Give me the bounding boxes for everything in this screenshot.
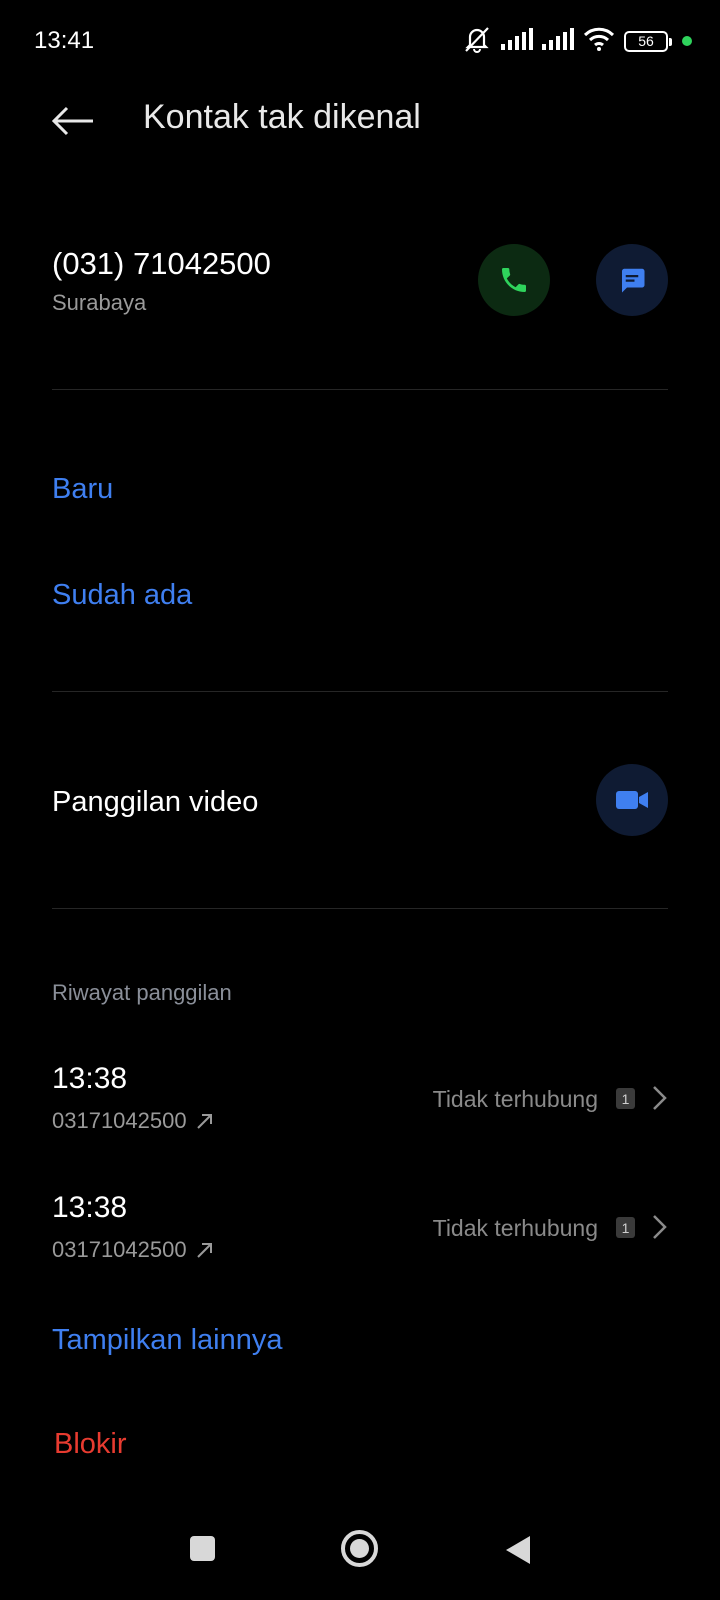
video-call-label: Panggilan video	[52, 786, 259, 818]
privacy-dot-icon	[682, 36, 692, 46]
divider	[52, 389, 668, 390]
show-more-link[interactable]: Tampilkan lainnya	[52, 1324, 283, 1357]
call-history-row[interactable]: 13:38 03171042500 Tidak terhubung 1	[0, 1191, 720, 1301]
message-button[interactable]	[596, 244, 668, 316]
call-button[interactable]	[478, 244, 550, 316]
status-bar: 13:41 56	[0, 0, 720, 82]
header: Kontak tak dikenal	[0, 82, 720, 178]
message-icon	[622, 268, 645, 293]
block-button[interactable]: Blokir	[54, 1428, 127, 1461]
signal-icon	[501, 27, 533, 55]
call-number-text: 03171042500	[52, 1237, 187, 1262]
call-number-text: 03171042500	[52, 1108, 187, 1133]
muted-bell-icon	[462, 25, 492, 58]
location-label: Surabaya	[52, 290, 147, 315]
battery-icon: 56	[624, 30, 672, 52]
status-icons: 56	[453, 26, 692, 56]
phone-number: (031) 71042500	[52, 246, 271, 281]
call-history-label: Riwayat panggilan	[52, 980, 232, 1005]
phone-icon	[502, 268, 526, 292]
call-time: 13:38	[52, 1062, 128, 1095]
chevron-right-icon	[653, 1215, 667, 1239]
arrow-left-icon	[51, 106, 93, 136]
home-button[interactable]	[341, 1530, 378, 1567]
sim-badge: 1	[616, 1088, 635, 1109]
divider	[52, 691, 668, 692]
video-camera-icon	[616, 791, 648, 809]
outgoing-call-icon	[196, 1114, 212, 1129]
sim-badge: 1	[616, 1217, 635, 1238]
status-time: 13:41	[34, 27, 95, 54]
wifi-icon	[583, 27, 615, 56]
signal-icon	[542, 27, 574, 55]
call-status: Tidak terhubung	[432, 1086, 598, 1112]
outgoing-call-icon	[196, 1243, 212, 1258]
chevron-right-icon	[653, 1086, 667, 1110]
home-icon	[350, 1539, 369, 1558]
call-time: 13:38	[52, 1191, 128, 1224]
divider	[52, 908, 668, 909]
video-call-button[interactable]	[596, 764, 668, 836]
call-history-row[interactable]: 13:38 03171042500 Tidak terhubung 1	[0, 1062, 720, 1172]
navigation-bar	[0, 1510, 720, 1600]
page-title: Kontak tak dikenal	[143, 98, 421, 136]
new-contact-link[interactable]: Baru	[52, 473, 113, 506]
back-button[interactable]	[48, 96, 98, 146]
screen: 13:41 56 Kontak tak dikenal (031) 710425…	[0, 0, 720, 1600]
existing-contact-link[interactable]: Sudah ada	[52, 579, 192, 612]
call-number: 03171042500	[52, 1108, 215, 1134]
recents-button[interactable]	[190, 1536, 215, 1561]
call-number: 03171042500	[52, 1237, 215, 1263]
back-nav-button[interactable]	[504, 1534, 532, 1566]
call-status: Tidak terhubung	[432, 1215, 598, 1241]
